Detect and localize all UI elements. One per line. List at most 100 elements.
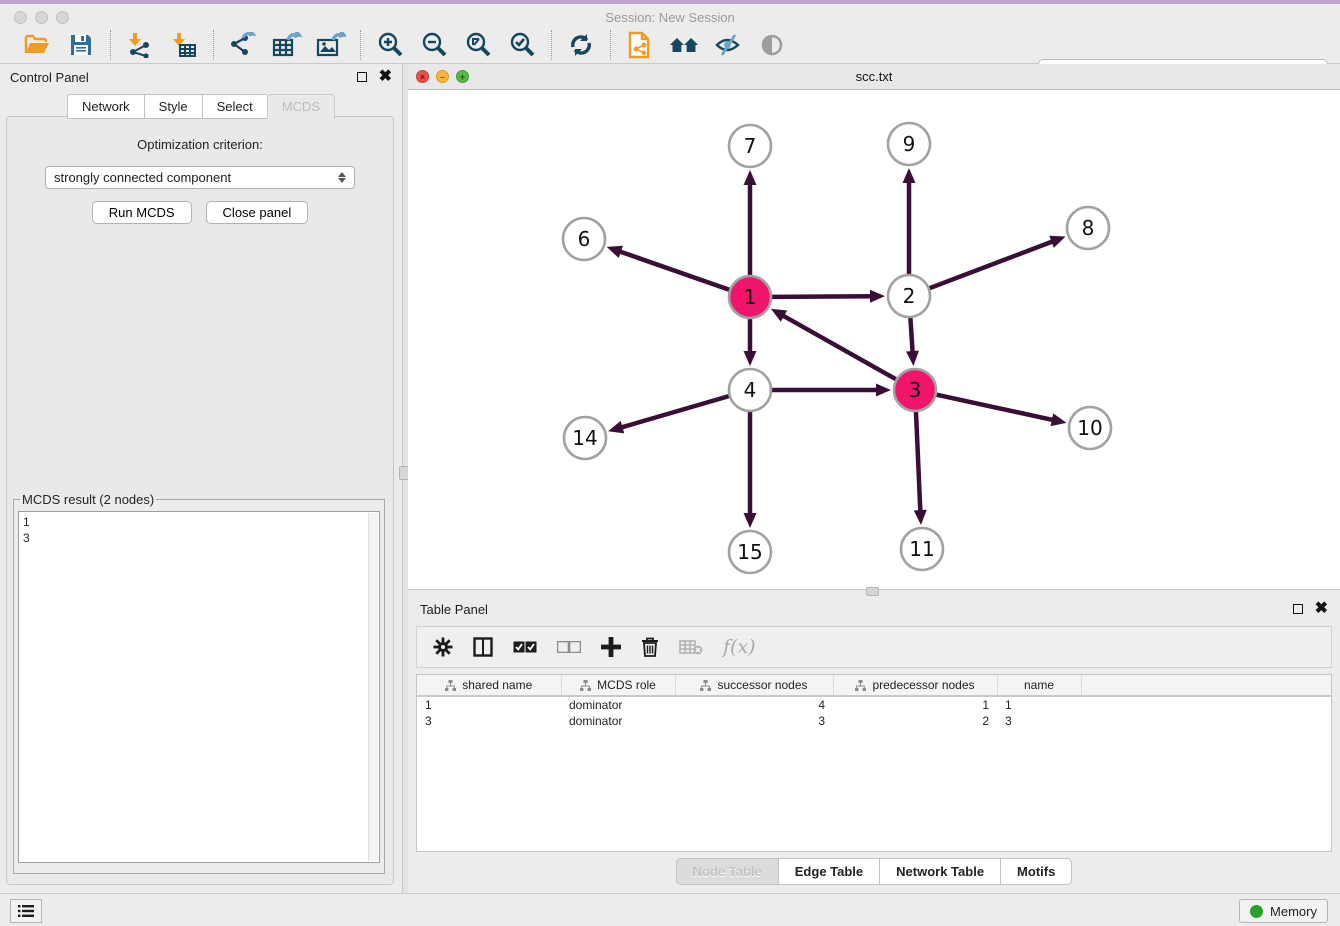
network-canvas[interactable]: 7968124314101511	[408, 90, 1340, 589]
toggle-visibility-icon[interactable]	[713, 30, 743, 60]
zoom-in-icon[interactable]	[375, 30, 405, 60]
table-settings-gear-icon[interactable]	[433, 637, 453, 657]
export-table-icon[interactable]	[272, 30, 302, 60]
import-network-icon[interactable]	[125, 30, 155, 60]
memory-status-icon	[1250, 905, 1263, 918]
edge-1-6[interactable]	[619, 251, 729, 290]
open-session-icon[interactable]	[22, 30, 52, 60]
arrowhead-2-8	[1049, 236, 1065, 248]
window-title: Session: New Session	[0, 10, 1340, 25]
close-panel-icon[interactable]: ✖	[379, 72, 392, 82]
edge-4-14[interactable]	[621, 396, 729, 428]
column-label: MCDS role	[597, 678, 656, 692]
select-all-columns-icon[interactable]	[513, 641, 537, 653]
cell-MCDS-role[interactable]: dominator	[561, 696, 675, 713]
splitter-grip[interactable]	[866, 587, 879, 596]
sort-hierarchy-icon	[580, 680, 591, 691]
cell-successor-nodes[interactable]: 3	[675, 713, 833, 729]
column-header-successor-nodes[interactable]: successor nodes	[675, 675, 833, 696]
duplicate-network-icon[interactable]	[625, 30, 655, 60]
home-icon[interactable]	[669, 30, 699, 60]
column-header-name[interactable]: name	[997, 675, 1081, 696]
save-session-icon[interactable]	[66, 30, 96, 60]
arrowhead-4-14	[608, 421, 624, 433]
edge-1-2[interactable]	[772, 296, 872, 297]
arrowhead-4-15	[744, 513, 757, 528]
network-graph[interactable]: 7968124314101511	[408, 90, 1340, 590]
zoom-selected-icon[interactable]	[507, 30, 537, 60]
sort-hierarchy-icon	[445, 680, 456, 691]
column-header-MCDS-role[interactable]: MCDS role	[561, 675, 675, 696]
table-panel-title: Table Panel	[420, 602, 488, 617]
network-maximize-button[interactable]: +	[456, 70, 469, 83]
cell-shared-name[interactable]: 1	[417, 696, 561, 713]
edge-3-1[interactable]	[782, 315, 896, 379]
delete-column-trash-icon[interactable]	[641, 637, 659, 657]
arrowhead-2-3	[906, 351, 919, 366]
tab-style[interactable]: Style	[144, 94, 202, 119]
task-history-button[interactable]	[10, 899, 42, 923]
node-label-10: 10	[1077, 416, 1102, 440]
close-table-panel-icon[interactable]: ✖	[1315, 604, 1328, 614]
column-header-shared-name[interactable]: shared name	[417, 675, 561, 696]
tab-node-table[interactable]: Node Table	[676, 858, 778, 885]
node-label-2: 2	[903, 284, 916, 308]
table-panel-tabs: Node TableEdge TableNetwork TableMotifs	[408, 858, 1340, 885]
arrowhead-3-10	[1051, 413, 1067, 426]
list-icon	[18, 904, 34, 918]
edge-2-3[interactable]	[910, 318, 912, 353]
cell-shared-name[interactable]: 3	[417, 713, 561, 729]
deselect-all-columns-icon[interactable]	[557, 641, 581, 653]
cell-predecessor-nodes[interactable]: 1	[833, 696, 997, 713]
node-table[interactable]: shared name MCDS role successor nodesprede…	[416, 674, 1332, 852]
eye-disabled-icon[interactable]	[757, 30, 787, 60]
tab-edge-table[interactable]: Edge Table	[778, 858, 879, 885]
tab-select[interactable]: Select	[202, 94, 267, 119]
cell-successor-nodes[interactable]: 4	[675, 696, 833, 713]
edge-2-8[interactable]	[930, 241, 1054, 288]
close-panel-button[interactable]: Close panel	[206, 201, 309, 224]
float-panel-icon[interactable]	[357, 72, 367, 82]
control-panel-title: Control Panel	[10, 70, 89, 85]
node-label-6: 6	[578, 227, 591, 251]
network-close-button[interactable]: ×	[416, 70, 429, 83]
cell-name[interactable]: 3	[997, 713, 1081, 729]
zoom-out-icon[interactable]	[419, 30, 449, 60]
column-layout-icon[interactable]	[473, 637, 493, 657]
run-mcds-button[interactable]: Run MCDS	[92, 201, 192, 224]
zoom-fit-icon[interactable]	[463, 30, 493, 60]
node-label-7: 7	[744, 134, 757, 158]
mcds-result-box: MCDS result (2 nodes) 13	[13, 492, 385, 874]
node-label-9: 9	[903, 132, 916, 156]
optimization-criterion-label: Optimization criterion:	[7, 137, 393, 152]
add-column-icon[interactable]	[601, 637, 621, 657]
sort-hierarchy-icon	[700, 680, 711, 691]
result-scrollbar[interactable]	[368, 513, 378, 861]
table-panel: Table Panel ✖	[408, 596, 1340, 893]
edge-3-11[interactable]	[916, 412, 920, 512]
refresh-icon[interactable]	[566, 30, 596, 60]
result-line: 3	[23, 530, 375, 546]
cell-MCDS-role[interactable]: dominator	[561, 713, 675, 729]
mcds-result-textarea[interactable]: 13	[18, 511, 380, 863]
network-minimize-button[interactable]: –	[436, 70, 449, 83]
memory-button[interactable]: Memory	[1239, 899, 1328, 923]
edge-3-10[interactable]	[936, 395, 1053, 420]
table-row[interactable]: 3dominator323	[417, 713, 1331, 729]
table-row[interactable]: 1dominator411	[417, 696, 1331, 713]
criterion-dropdown[interactable]: strongly connected component	[45, 166, 355, 189]
tab-network-table[interactable]: Network Table	[879, 858, 1000, 885]
cell-predecessor-nodes[interactable]: 2	[833, 713, 997, 729]
arrowhead-4-3	[876, 384, 891, 397]
function-builder-icon-disabled: f(x)	[723, 636, 756, 658]
column-label: name	[1024, 678, 1054, 692]
export-image-icon[interactable]	[316, 30, 346, 60]
export-network-icon[interactable]	[228, 30, 258, 60]
import-table-icon[interactable]	[169, 30, 199, 60]
tab-network[interactable]: Network	[67, 94, 144, 119]
column-header-predecessor-nodes[interactable]: predecessor nodes	[833, 675, 997, 696]
tab-motifs[interactable]: Motifs	[1000, 858, 1072, 885]
cell-name[interactable]: 1	[997, 696, 1081, 713]
float-table-panel-icon[interactable]	[1293, 604, 1303, 614]
tab-mcds[interactable]: MCDS	[267, 94, 335, 119]
